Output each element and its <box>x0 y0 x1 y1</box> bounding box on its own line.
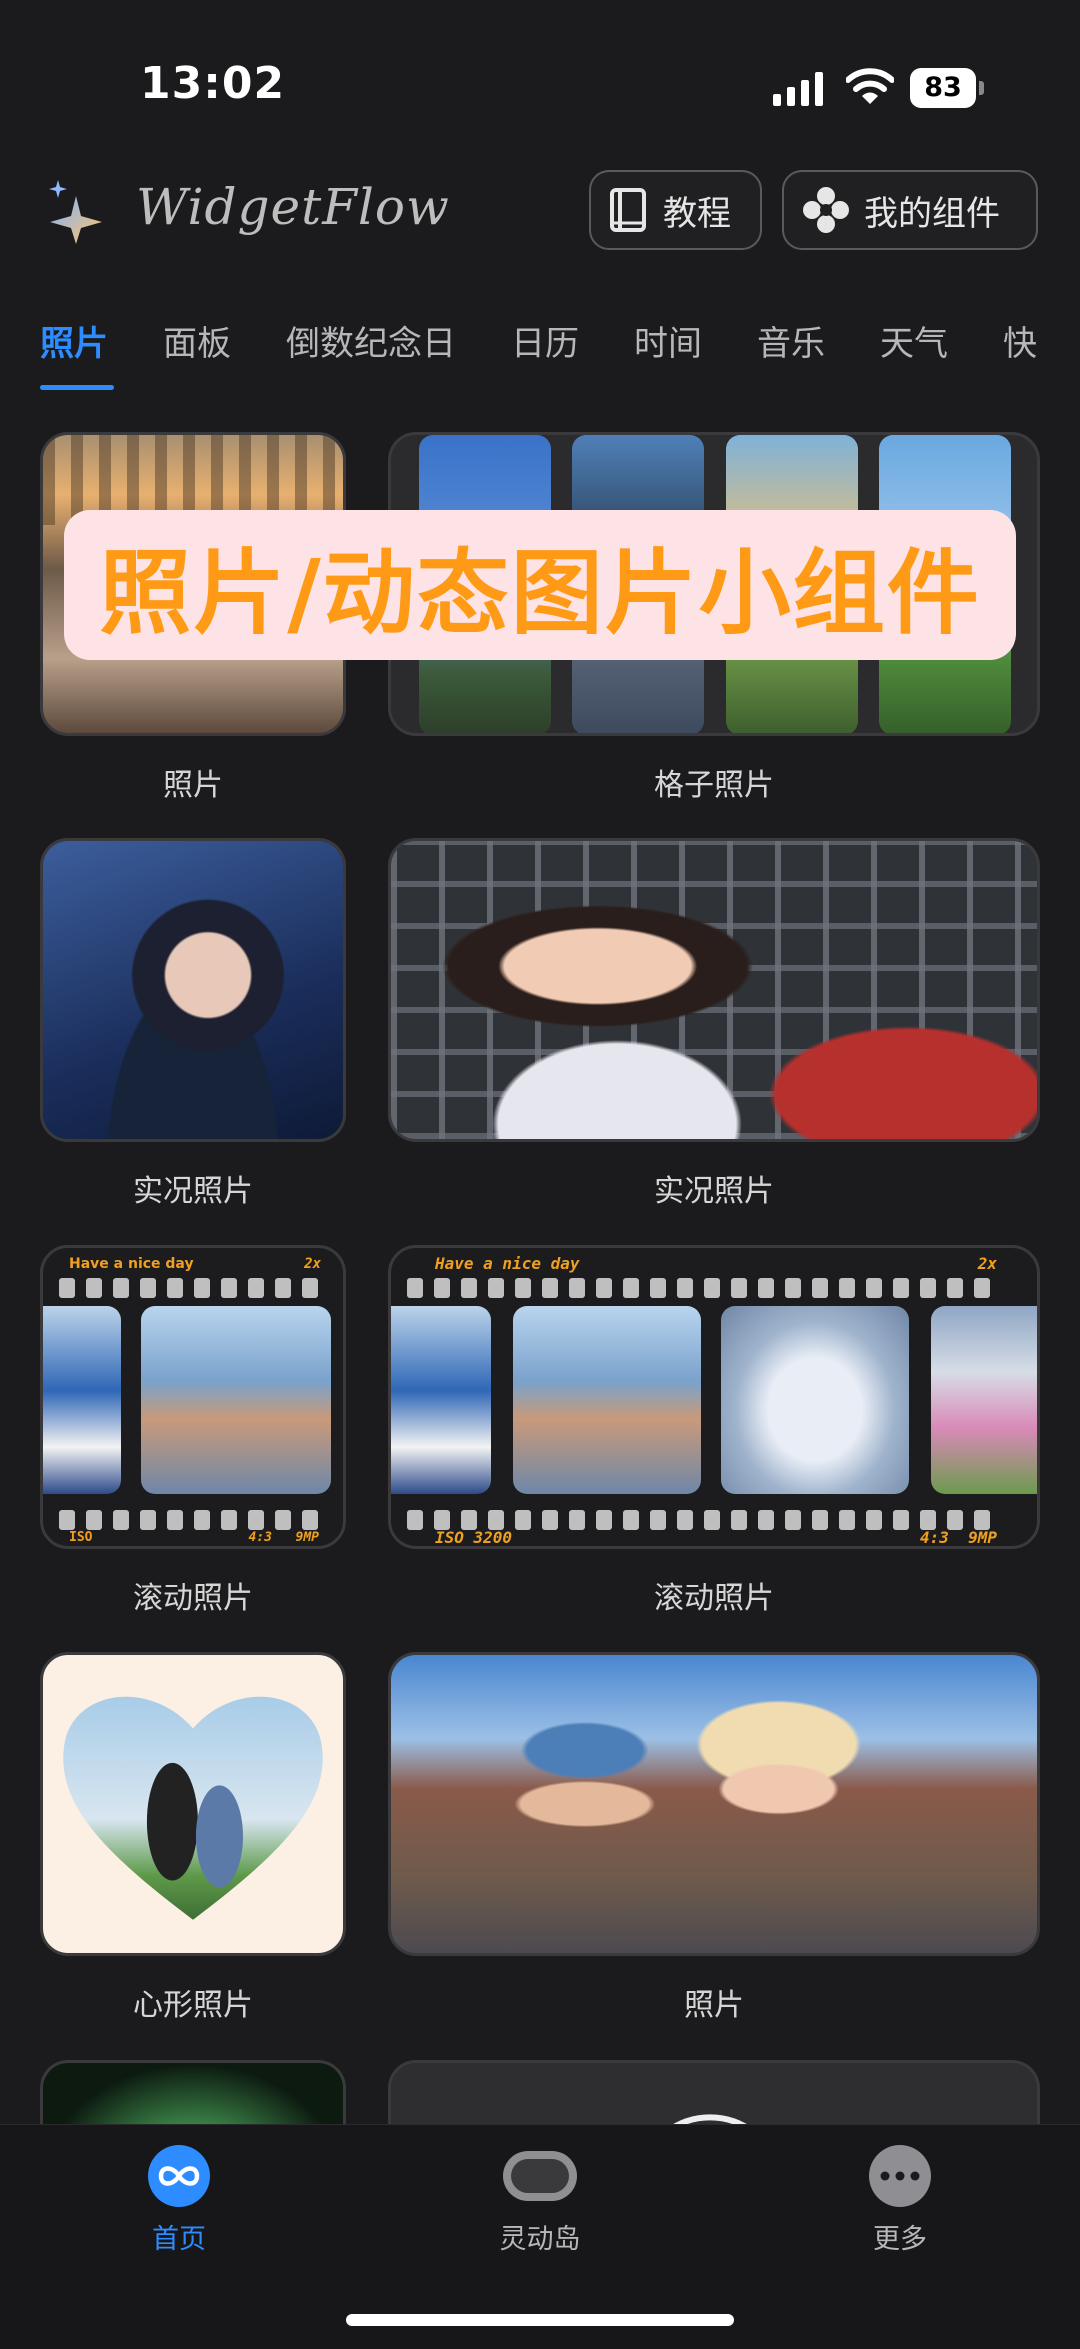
infinity-icon <box>148 2145 210 2207</box>
widget-caption: 滚动照片 <box>654 1581 774 1616</box>
tab-panel[interactable]: 面板 <box>163 316 231 376</box>
child-photo-image <box>391 841 1037 1139</box>
tutorial-label: 教程 <box>663 193 731 234</box>
book-icon <box>610 188 646 232</box>
widget-caption: 照片 <box>684 1988 744 2023</box>
portrait-image <box>43 841 343 1139</box>
tab-photos[interactable]: 照片 <box>40 316 108 376</box>
film-top-right-text: 2x <box>304 1256 321 1272</box>
film-top-left-text: Have a nice day <box>69 1256 194 1272</box>
tutorial-button[interactable]: 教程 <box>589 170 762 250</box>
widget-caption: 实况照片 <box>654 1174 774 1209</box>
dynamic-island-icon <box>500 2145 580 2207</box>
couple-photo-image <box>391 1655 1037 1953</box>
heart-photo-image <box>63 1696 323 1920</box>
widget-scroll-photo-large[interactable]: Have a nice day 2x ISO 3200 4:3 9MP <box>388 1245 1040 1549</box>
app-logo-text: WidgetFlow <box>136 178 450 236</box>
widget-photo-large[interactable] <box>388 1652 1040 1956</box>
category-tabs: 照片 面板 倒数纪念日 日历 时间 音乐 天气 快 <box>40 316 1080 376</box>
tab-weather[interactable]: 天气 <box>880 316 948 376</box>
my-widgets-label: 我的组件 <box>864 193 1000 234</box>
tab-more-cut[interactable]: 快 <box>1003 316 1037 376</box>
cellular-signal-icon <box>773 72 823 106</box>
widget-caption: 格子照片 <box>654 768 774 803</box>
more-dots-icon <box>869 2145 931 2207</box>
flower-widgets-icon <box>803 187 849 233</box>
nav-home[interactable]: 首页 <box>99 2145 259 2256</box>
widget-caption: 心形照片 <box>133 1988 253 2023</box>
widget-heart-photo[interactable] <box>40 1652 346 1956</box>
film-top-right-text: 2x <box>977 1254 997 1273</box>
nav-home-label: 首页 <box>152 2224 206 2255</box>
widget-live-photo-large[interactable] <box>388 838 1040 1142</box>
widget-caption: 滚动照片 <box>133 1581 253 1616</box>
tab-music[interactable]: 音乐 <box>757 316 825 376</box>
nav-more-label: 更多 <box>873 2224 927 2255</box>
my-widgets-button[interactable]: 我的组件 <box>782 170 1038 250</box>
battery-level: 83 <box>910 68 976 108</box>
active-tab-indicator <box>40 385 114 390</box>
film-bottom-right-text: 4:3 9MP <box>248 1530 319 1545</box>
widget-caption: 实况照片 <box>133 1174 253 1209</box>
film-frame <box>43 1306 121 1494</box>
widget-caption: 照片 <box>163 768 223 803</box>
film-bottom-left-text: ISO 3200 <box>435 1528 513 1547</box>
promo-banner: 照片/动态图片小组件 <box>64 510 1016 660</box>
widget-live-photo-small[interactable] <box>40 838 346 1142</box>
film-frame <box>141 1306 331 1494</box>
film-frame <box>513 1306 701 1494</box>
nav-dynamic-island-label: 灵动岛 <box>499 2224 581 2255</box>
film-frame <box>931 1306 1037 1494</box>
battery-indicator: 83 <box>910 68 986 108</box>
widget-scroll-photo-small[interactable]: Have a nice day 2x ISO 4:3 9MP <box>40 1245 346 1549</box>
film-frame <box>391 1306 491 1494</box>
tab-calendar[interactable]: 日历 <box>511 316 579 376</box>
nav-dynamic-island[interactable]: 灵动岛 <box>460 2145 620 2256</box>
film-bottom-right-text: 4:3 9MP <box>919 1528 997 1547</box>
wifi-icon <box>846 68 894 104</box>
sparkle-logo-icon <box>49 180 102 244</box>
film-bottom-left-text: ISO <box>69 1530 93 1545</box>
nav-more[interactable]: 更多 <box>820 2145 980 2256</box>
home-indicator <box>346 2314 734 2326</box>
film-frame <box>721 1306 909 1494</box>
film-top-left-text: Have a nice day <box>435 1254 580 1273</box>
tab-countdown[interactable]: 倒数纪念日 <box>286 316 456 376</box>
tab-time[interactable]: 时间 <box>634 316 702 376</box>
status-time: 13:02 <box>140 58 286 109</box>
